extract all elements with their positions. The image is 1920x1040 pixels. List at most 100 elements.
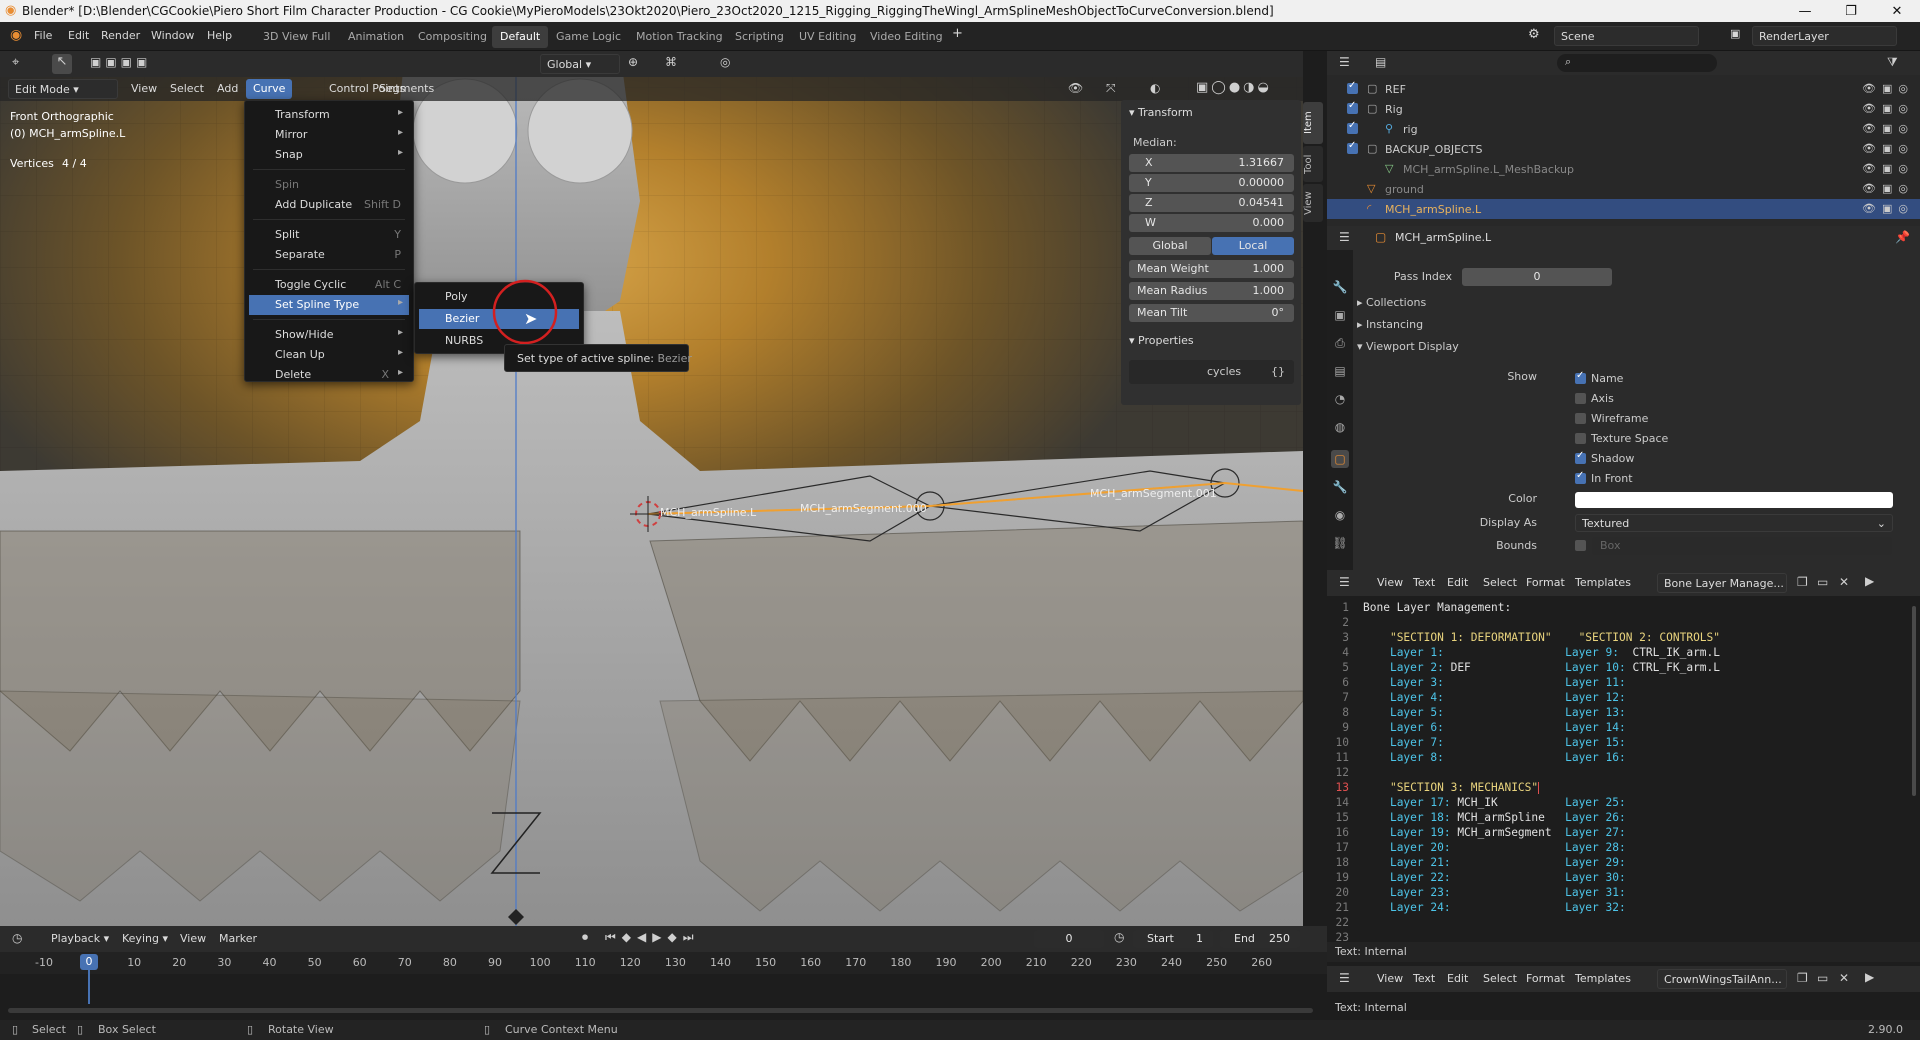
timeline-menu-keying[interactable]: Keying ▾ — [115, 929, 175, 949]
text-menu-view[interactable]: View — [1370, 573, 1410, 593]
color-swatch[interactable] — [1575, 492, 1893, 508]
text-menu-edit[interactable]: Edit — [1440, 573, 1475, 593]
text-menu-format[interactable]: Format — [1519, 573, 1572, 593]
run-script-2-icon[interactable]: ▶ — [1865, 970, 1874, 984]
curve-menu-item-set-spline-type[interactable]: Set Spline Type ▸ — [249, 295, 409, 315]
text2-menu-edit[interactable]: Edit — [1440, 969, 1475, 989]
tab-uv-editing[interactable]: UV Editing — [791, 26, 864, 48]
show-option-name[interactable]: Name — [1575, 370, 1775, 388]
checkbox[interactable] — [1575, 413, 1586, 424]
outliner-search-input[interactable]: ⌕ — [1557, 54, 1717, 72]
median-x-field[interactable]: X 1.31667 — [1129, 154, 1294, 172]
select-tool-icon[interactable]: ↖ — [52, 54, 72, 74]
outliner-row[interactable]: ▽ ground 👁▣◎ — [1327, 179, 1920, 199]
tab-default[interactable]: Default — [492, 26, 549, 48]
text-menu-select[interactable]: Select — [1476, 573, 1524, 593]
3d-viewport[interactable]: MCH_armSpline.L MCH_armSegment.000 MCH_a… — [0, 51, 1303, 926]
outliner-checkbox[interactable] — [1347, 120, 1358, 134]
mean-radius-field[interactable]: Mean Radius 1.000 — [1129, 282, 1294, 300]
scene-selector[interactable]: Scene — [1554, 26, 1699, 46]
section-collections[interactable]: ▸ Collections — [1357, 296, 1426, 309]
curve-menu-item-separate[interactable]: Separate P — [249, 245, 409, 265]
tab-scripting[interactable]: Scripting — [727, 26, 792, 48]
median-y-field[interactable]: Y 0.00000 — [1129, 174, 1294, 192]
menu-render[interactable]: Render — [101, 29, 140, 42]
timeline-menu-view[interactable]: View — [173, 929, 213, 949]
checkbox[interactable] — [1575, 433, 1586, 444]
minimize-icon[interactable]: — — [1782, 0, 1828, 22]
tab-animation[interactable]: Animation — [340, 26, 412, 48]
local-space-button[interactable]: Local — [1212, 237, 1294, 255]
curve-menu-item-add-duplicate[interactable]: Add Duplicate Shift D — [249, 195, 409, 215]
tab-game-logic[interactable]: Game Logic — [548, 26, 629, 48]
outliner-checkbox[interactable] — [1347, 140, 1358, 154]
mode-dropdown[interactable]: Edit Mode ▾ — [8, 79, 118, 99]
median-z-field[interactable]: Z 0.04541 — [1129, 194, 1294, 212]
show-option-texture-space[interactable]: Texture Space — [1575, 432, 1775, 448]
constraint-tab-icon[interactable]: ⛓ — [1331, 534, 1349, 552]
show-option-shadow[interactable]: Shadow — [1575, 450, 1775, 468]
bounds-checkbox[interactable] — [1575, 540, 1586, 551]
checkbox[interactable] — [1575, 393, 1586, 404]
show-option-wireframe[interactable]: Wireframe — [1575, 412, 1775, 428]
visibility-toggle-icons[interactable]: 👁▣◎ — [1862, 142, 1914, 155]
outliner-row[interactable]: ⚲ rig 👁▣◎ — [1327, 119, 1920, 139]
run-script-icon[interactable]: ▶ — [1865, 574, 1874, 588]
display-as-dropdown[interactable]: Textured ⌄ — [1575, 514, 1893, 532]
timeline-menu-playback[interactable]: Playback ▾ — [44, 929, 116, 949]
header-menu-select[interactable]: Select — [163, 79, 211, 99]
visibility-toggle-icons[interactable]: 👁▣◎ — [1862, 182, 1914, 195]
select-mode-icons[interactable]: ▣▣▣▣ — [90, 55, 151, 69]
outliner-checkbox[interactable] — [1347, 80, 1358, 94]
view-layer-tab-icon[interactable]: ▤ — [1331, 362, 1349, 380]
render-layer-selector[interactable]: RenderLayer — [1752, 26, 1897, 46]
physics-tab-icon[interactable]: ◉ — [1331, 506, 1349, 524]
text2-menu-view[interactable]: View — [1370, 969, 1410, 989]
menu-help[interactable]: Help — [207, 29, 232, 42]
outliner-row[interactable]: ◜ MCH_armSpline.L 👁▣◎ — [1327, 199, 1920, 219]
display-mode-icon[interactable]: ▤ — [1375, 55, 1386, 69]
text-scrollbar[interactable] — [1912, 606, 1916, 796]
tab-compositing[interactable]: Compositing — [410, 26, 495, 48]
end-frame-field[interactable]: End 250 — [1220, 930, 1300, 948]
section-instancing[interactable]: ▸ Instancing — [1357, 318, 1423, 331]
close-icon[interactable]: ✕ — [1874, 0, 1920, 22]
curve-menu-item-clean-up[interactable]: Clean Up ▸ — [249, 345, 409, 365]
object-tab-icon[interactable]: ▢ — [1331, 450, 1349, 468]
menu-edit[interactable]: Edit — [68, 29, 89, 42]
pin-icon[interactable]: 📌 — [1895, 230, 1910, 244]
text-menu-templates[interactable]: Templates — [1568, 573, 1638, 593]
outliner-row[interactable]: ▢ BACKUP_OBJECTS 👁▣◎ — [1327, 139, 1920, 159]
show-option-in-front[interactable]: In Front — [1575, 470, 1775, 488]
text-file-selector-2[interactable]: CrownWingsTailAnn... — [1657, 969, 1787, 989]
section-viewport-display[interactable]: ▾ Viewport Display — [1357, 340, 1459, 353]
text2-menu-select[interactable]: Select — [1476, 969, 1524, 989]
add-workspace-icon[interactable]: + — [952, 26, 963, 41]
properties-editor-icon[interactable]: ☰ — [1339, 230, 1350, 244]
visibility-toggle-icons[interactable]: 👁▣◎ — [1862, 122, 1914, 135]
gizmo-icon[interactable]: ⤧ — [1106, 81, 1116, 96]
curve-menu-item-spin[interactable]: Spin — [249, 175, 409, 195]
curve-menu-item-show-hide[interactable]: Show/Hide ▸ — [249, 325, 409, 345]
frame-ruler[interactable]: -10 0 10 20 30 40 50 60 70 80 90 100 110 120 130 140 150… — [0, 952, 1327, 974]
checkbox[interactable] — [1575, 470, 1586, 484]
tab-video-editing[interactable]: Video Editing — [862, 26, 951, 48]
output-tab-icon[interactable]: ⎙ — [1331, 334, 1349, 352]
curve-menu-item-snap[interactable]: Snap ▸ — [249, 145, 409, 165]
text-file-selector[interactable]: Bone Layer Manage... — [1657, 573, 1787, 593]
filter-icon[interactable]: ⧩ — [1887, 55, 1898, 70]
visibility-toggle-icons[interactable]: 👁▣◎ — [1862, 102, 1914, 115]
checkbox[interactable] — [1575, 370, 1586, 384]
show-option-axis[interactable]: Axis — [1575, 392, 1775, 408]
timeline-editor-icon[interactable]: ◷ — [12, 931, 22, 945]
curve-menu-item-split[interactable]: Split Y — [249, 225, 409, 245]
curve-menu-item-transform[interactable]: Transform ▸ — [249, 105, 409, 125]
start-frame-field[interactable]: Start 1 — [1133, 930, 1213, 948]
sidebar-tab-tool[interactable]: Tool — [1303, 146, 1323, 182]
median-w-field[interactable]: W 0.000 — [1129, 214, 1294, 232]
open-text-2-icon[interactable]: ▭ — [1817, 971, 1828, 985]
sidebar-tab-view[interactable]: View — [1303, 184, 1323, 222]
text2-menu-format[interactable]: Format — [1519, 969, 1572, 989]
record-icon[interactable]: ⏺ — [582, 930, 588, 945]
editor-type-icon[interactable]: ⌖ — [12, 55, 19, 70]
